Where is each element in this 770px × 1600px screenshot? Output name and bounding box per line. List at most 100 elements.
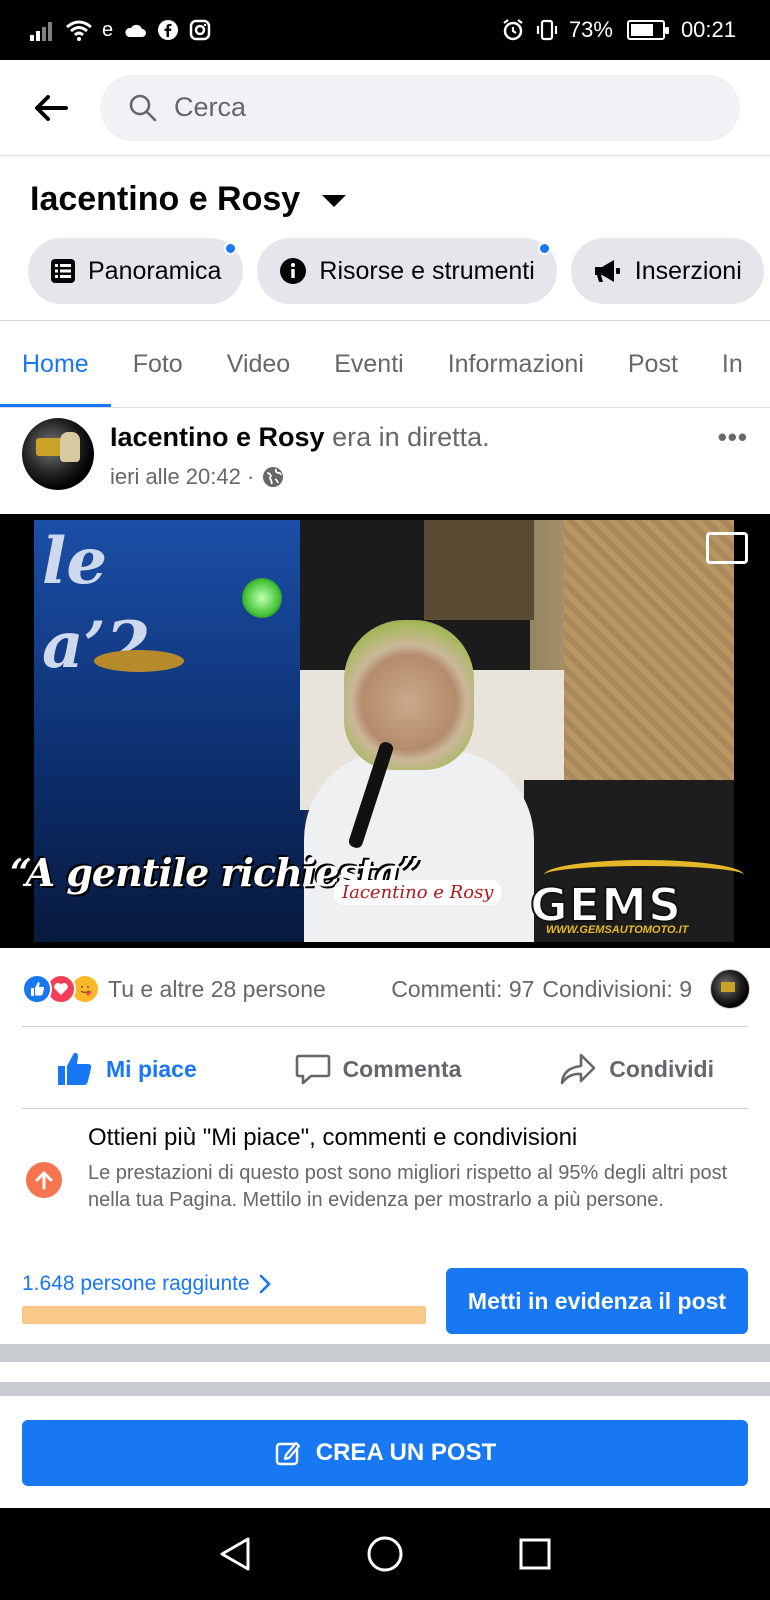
search-input[interactable]: Cerca [100, 74, 740, 141]
share-label: Condividi [609, 1055, 714, 1082]
status-left: e [30, 19, 211, 41]
insight-title: Ottieni più "Mi piace", commenti e condi… [88, 1124, 578, 1151]
edit-icon [275, 1441, 300, 1466]
page-tabs: Home Foto Video Eventi Informazioni Post… [0, 322, 770, 408]
page-title-row[interactable]: Iacentino e Rosy [30, 180, 347, 219]
tab-foto[interactable]: Foto [111, 322, 205, 407]
page-avatar-small[interactable] [710, 969, 750, 1009]
boost-insight: Ottieni più "Mi piace", commenti e condi… [22, 1124, 752, 1244]
wifi-icon [66, 20, 92, 41]
post-meta: ieri alle 20:42 · [110, 464, 284, 490]
tab-in[interactable]: In [700, 322, 765, 407]
info-icon [280, 258, 307, 284]
post-action-text: era in diretta. [332, 422, 490, 452]
comments-count[interactable]: Commenti: 97 [391, 976, 534, 1003]
post-title-line: Iacentino e Rosy era in diretta. [110, 422, 490, 453]
section-separator [0, 1382, 770, 1396]
pill-label: Risorse e strumenti [319, 256, 535, 285]
reactions-summary[interactable]: Tu e altre 28 persone Commenti: 97 Condi… [22, 966, 750, 1012]
share-button[interactable]: Condividi [559, 1052, 714, 1086]
shares-count[interactable]: Condivisioni: 9 [542, 976, 692, 1003]
thumbs-up-icon [58, 1052, 92, 1085]
search-header: Cerca [0, 60, 770, 156]
like-label: Mi piace [106, 1055, 197, 1082]
system-nav-bar [0, 1508, 770, 1600]
post-actions: Mi piace Commenta Condividi [22, 1030, 748, 1108]
singer-head [344, 620, 474, 770]
reach-progress-fill [23, 1307, 425, 1323]
divider [22, 1108, 748, 1109]
status-right: 73% 00:21 [501, 17, 736, 43]
video-logo-text: Iacentino e Rosy [334, 880, 502, 905]
reaction-icons [22, 974, 100, 1004]
cloud-icon [125, 24, 147, 37]
tab-eventi[interactable]: Eventi [312, 322, 425, 407]
section-gap [0, 1362, 770, 1382]
post-header: Iacentino e Rosy era in diretta. ieri al… [22, 418, 752, 498]
pill-risorse[interactable]: Risorse e strumenti [257, 238, 557, 304]
comment-button[interactable]: Commenta [295, 1052, 462, 1086]
data-icon: e [102, 19, 114, 41]
signal-icon [30, 22, 52, 41]
create-post-button[interactable]: CREA UN POST [22, 1420, 748, 1486]
create-post-label: CREA UN POST [315, 1439, 497, 1466]
square-recents-icon [519, 1538, 551, 1570]
battery-icon [626, 20, 669, 40]
vibrate-icon [536, 19, 557, 41]
clock: 00:21 [680, 17, 736, 42]
tab-post[interactable]: Post [606, 322, 700, 407]
live-video[interactable]: le a’2 “A gentile richiesta” Iacentino e … [0, 514, 770, 948]
reactions-text: Tu e altre 28 persone [108, 975, 326, 1002]
notification-dot [224, 242, 238, 255]
post-author[interactable]: Iacentino e Rosy [110, 422, 325, 452]
back-button[interactable] [30, 87, 72, 129]
video-stage-light [242, 578, 282, 618]
like-reaction-icon [22, 974, 52, 1004]
triangle-back-icon [220, 1537, 250, 1571]
cast-icon[interactable] [706, 532, 748, 564]
alarm-icon [503, 19, 523, 41]
pill-panoramica[interactable]: Panoramica [28, 238, 244, 304]
engagement-counts: Commenti: 97 Condivisioni: 9 [391, 976, 692, 1003]
boost-post-button[interactable]: Metti in evidenza il post [446, 1268, 748, 1334]
globe-icon [263, 467, 284, 487]
pill-inserzioni[interactable]: Inserzioni [570, 238, 764, 304]
circle-home-icon [367, 1536, 403, 1572]
divider [22, 1026, 748, 1027]
chevron-right-icon [259, 1274, 271, 1294]
post-timestamp[interactable]: ieri alle 20:42 · [110, 464, 254, 490]
search-placeholder: Cerca [174, 92, 247, 122]
battery-percent: 73% [568, 17, 613, 42]
video-cymbal [94, 650, 184, 672]
nav-home-button[interactable] [365, 1534, 405, 1574]
tab-informazioni[interactable]: Informazioni [426, 322, 606, 407]
divider [0, 320, 770, 321]
insight-body: Le prestazioni di questo post sono migli… [88, 1162, 728, 1211]
reach-link[interactable]: 1.648 persone raggiunte [22, 1272, 272, 1296]
nav-recents-button[interactable] [515, 1534, 555, 1574]
reach-text: 1.648 persone raggiunte [22, 1272, 250, 1295]
avatar[interactable] [22, 418, 94, 490]
reach-progress-bar [22, 1306, 426, 1324]
singer-body [304, 750, 534, 942]
caret-down-icon[interactable] [322, 194, 347, 207]
admin-pills: Panoramica Risorse e strumenti Inserzion… [28, 238, 764, 304]
page-title: Iacentino e Rosy [30, 180, 301, 218]
pill-label: Inserzioni [634, 256, 742, 285]
sponsor-url: WWW.GEMSAUTOMOTO.IT [546, 924, 689, 936]
status-bar: e 73% 00:21 [0, 0, 770, 60]
section-separator [0, 1344, 770, 1362]
notification-dot [537, 242, 551, 255]
back-arrow-icon [35, 94, 68, 121]
megaphone-icon [594, 260, 620, 282]
like-button[interactable]: Mi piace [56, 1051, 197, 1087]
nav-back-button[interactable] [215, 1534, 255, 1574]
sponsor-logo: GEMS WWW.GEMSAUTOMOTO.IT [520, 858, 756, 936]
comment-icon [295, 1054, 330, 1085]
more-options-button[interactable]: ••• [718, 422, 748, 453]
comment-label: Commenta [342, 1055, 462, 1082]
tab-home[interactable]: Home [0, 322, 111, 407]
arrow-up-icon [26, 1162, 62, 1198]
tab-video[interactable]: Video [205, 322, 313, 407]
facebook-icon [158, 20, 179, 40]
